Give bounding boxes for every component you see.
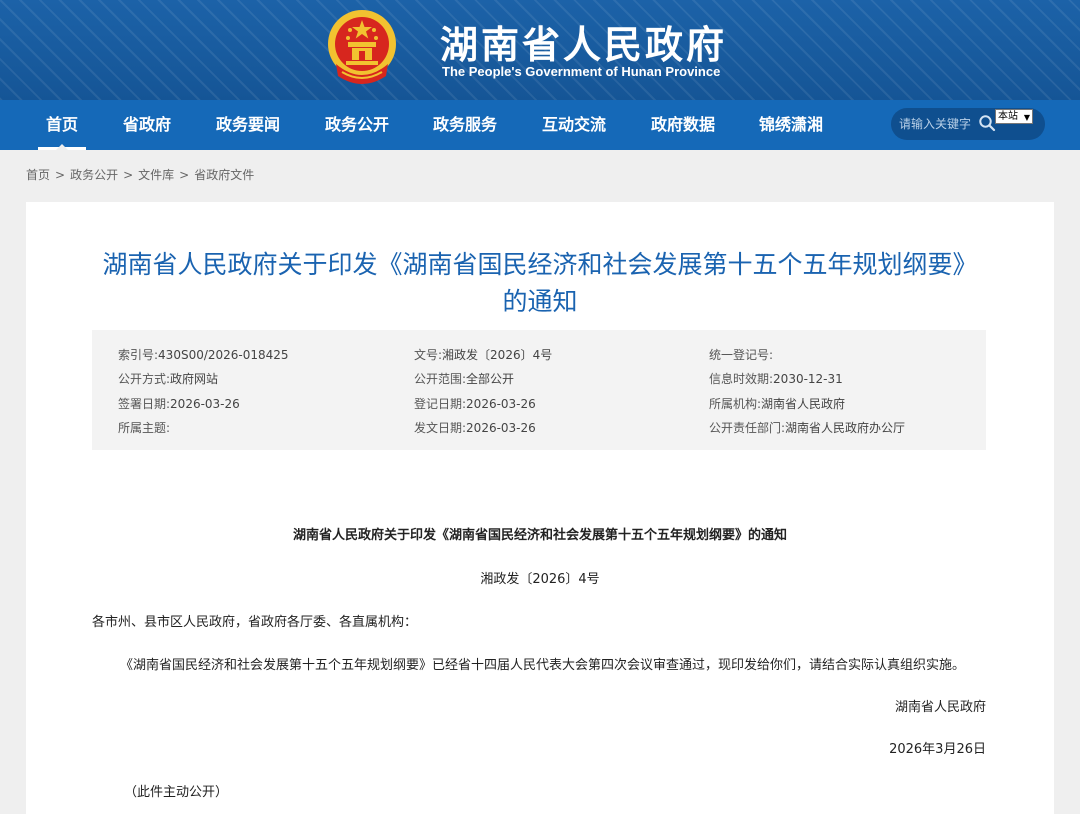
meta-topic: 所属主题: [118, 421, 171, 435]
search-input[interactable] [899, 115, 979, 133]
breadcrumb-provincial-files[interactable]: 省政府文件 [194, 168, 254, 182]
nav-item-hunan-scenery[interactable]: 锦绣潇湘 [755, 100, 827, 150]
body-date: 2026年3月26日 [889, 742, 986, 757]
nav-item-provincial-government[interactable]: 省政府 [118, 100, 176, 150]
meta-index: 索引号:430S00/2026-018425 [118, 348, 289, 362]
breadcrumb-file-library[interactable]: 文件库 [138, 168, 174, 182]
national-emblem-icon [328, 10, 396, 84]
nav-item-news[interactable]: 政务要闻 [212, 100, 284, 150]
breadcrumb-separator: > [55, 168, 66, 182]
document-card: 湖南省人民政府关于印发《湖南省国民经济和社会发展第十五个五年规划纲要》 的通知 … [26, 202, 1054, 814]
breadcrumb-separator: > [123, 168, 134, 182]
nav-item-home[interactable]: 首页 [38, 100, 86, 150]
meta-registered-date: 登记日期:2026-03-26 [414, 397, 536, 411]
body-paragraph: 《湖南省国民经济和社会发展第十五个五年规划纲要》已经省十四届人民代表大会第四次会… [120, 658, 966, 673]
search-icon[interactable] [978, 114, 996, 132]
body-signature: 湖南省人民政府 [894, 700, 986, 715]
body-salutation: 各市州、县市区人民政府，省政府各厅委、各直属机构： [92, 615, 418, 630]
document-title-line-2: 的通知 [502, 287, 578, 316]
meta-issued-date: 发文日期:2026-03-26 [414, 421, 536, 435]
meta-organization: 所属机构:湖南省人民政府 [709, 397, 846, 411]
search-scope-select[interactable]: 本站 ▼ [995, 109, 1033, 124]
document-title: 湖南省人民政府关于印发《湖南省国民经济和社会发展第十五个五年规划纲要》 的通知 [26, 246, 1054, 320]
nav-item-interaction[interactable]: 互动交流 [538, 100, 610, 150]
meta-publish-method: 公开方式:政府网站 [118, 372, 219, 386]
breadcrumb-home[interactable]: 首页 [26, 168, 50, 182]
meta-docno: 文号:湘政发〔2026〕4号 [414, 348, 553, 362]
document-title-line-1: 湖南省人民政府关于印发《湖南省国民经济和社会发展第十五个五年规划纲要》 [102, 250, 978, 279]
meta-responsible-dept: 公开责任部门:湖南省人民政府办公厅 [709, 421, 906, 435]
body-note: （此件主动公开） [124, 785, 229, 800]
breadcrumb: 首页 > 政务公开 > 文件库 > 省政府文件 [26, 166, 254, 183]
breadcrumb-open-government[interactable]: 政务公开 [70, 168, 118, 182]
nav-item-open-government[interactable]: 政务公开 [321, 100, 393, 150]
body-title: 湖南省人民政府关于印发《湖南省国民经济和社会发展第十五个五年规划纲要》的通知 [292, 528, 787, 543]
search-scope-value: 本站 [998, 111, 1018, 122]
site-title: 湖南省人民政府 [440, 22, 728, 67]
breadcrumb-separator: > [179, 168, 190, 182]
chevron-down-icon: ▼ [1023, 113, 1030, 122]
body-docno: 湘政发〔2026〕4号 [480, 572, 600, 587]
nav-item-data[interactable]: 政府数据 [647, 100, 719, 150]
document-metadata: 索引号:430S00/2026-018425 文号:湘政发〔2026〕4号 统一… [92, 330, 986, 450]
meta-registration-no: 统一登记号: [709, 348, 774, 362]
site-subtitle: The People's Government of Hunan Provinc… [442, 64, 721, 79]
meta-validity: 信息时效期:2030-12-31 [709, 372, 843, 386]
meta-signed-date: 签署日期:2026-03-26 [118, 397, 240, 411]
meta-publish-scope: 公开范围:全部公开 [414, 372, 515, 386]
nav-item-services[interactable]: 政务服务 [429, 100, 501, 150]
